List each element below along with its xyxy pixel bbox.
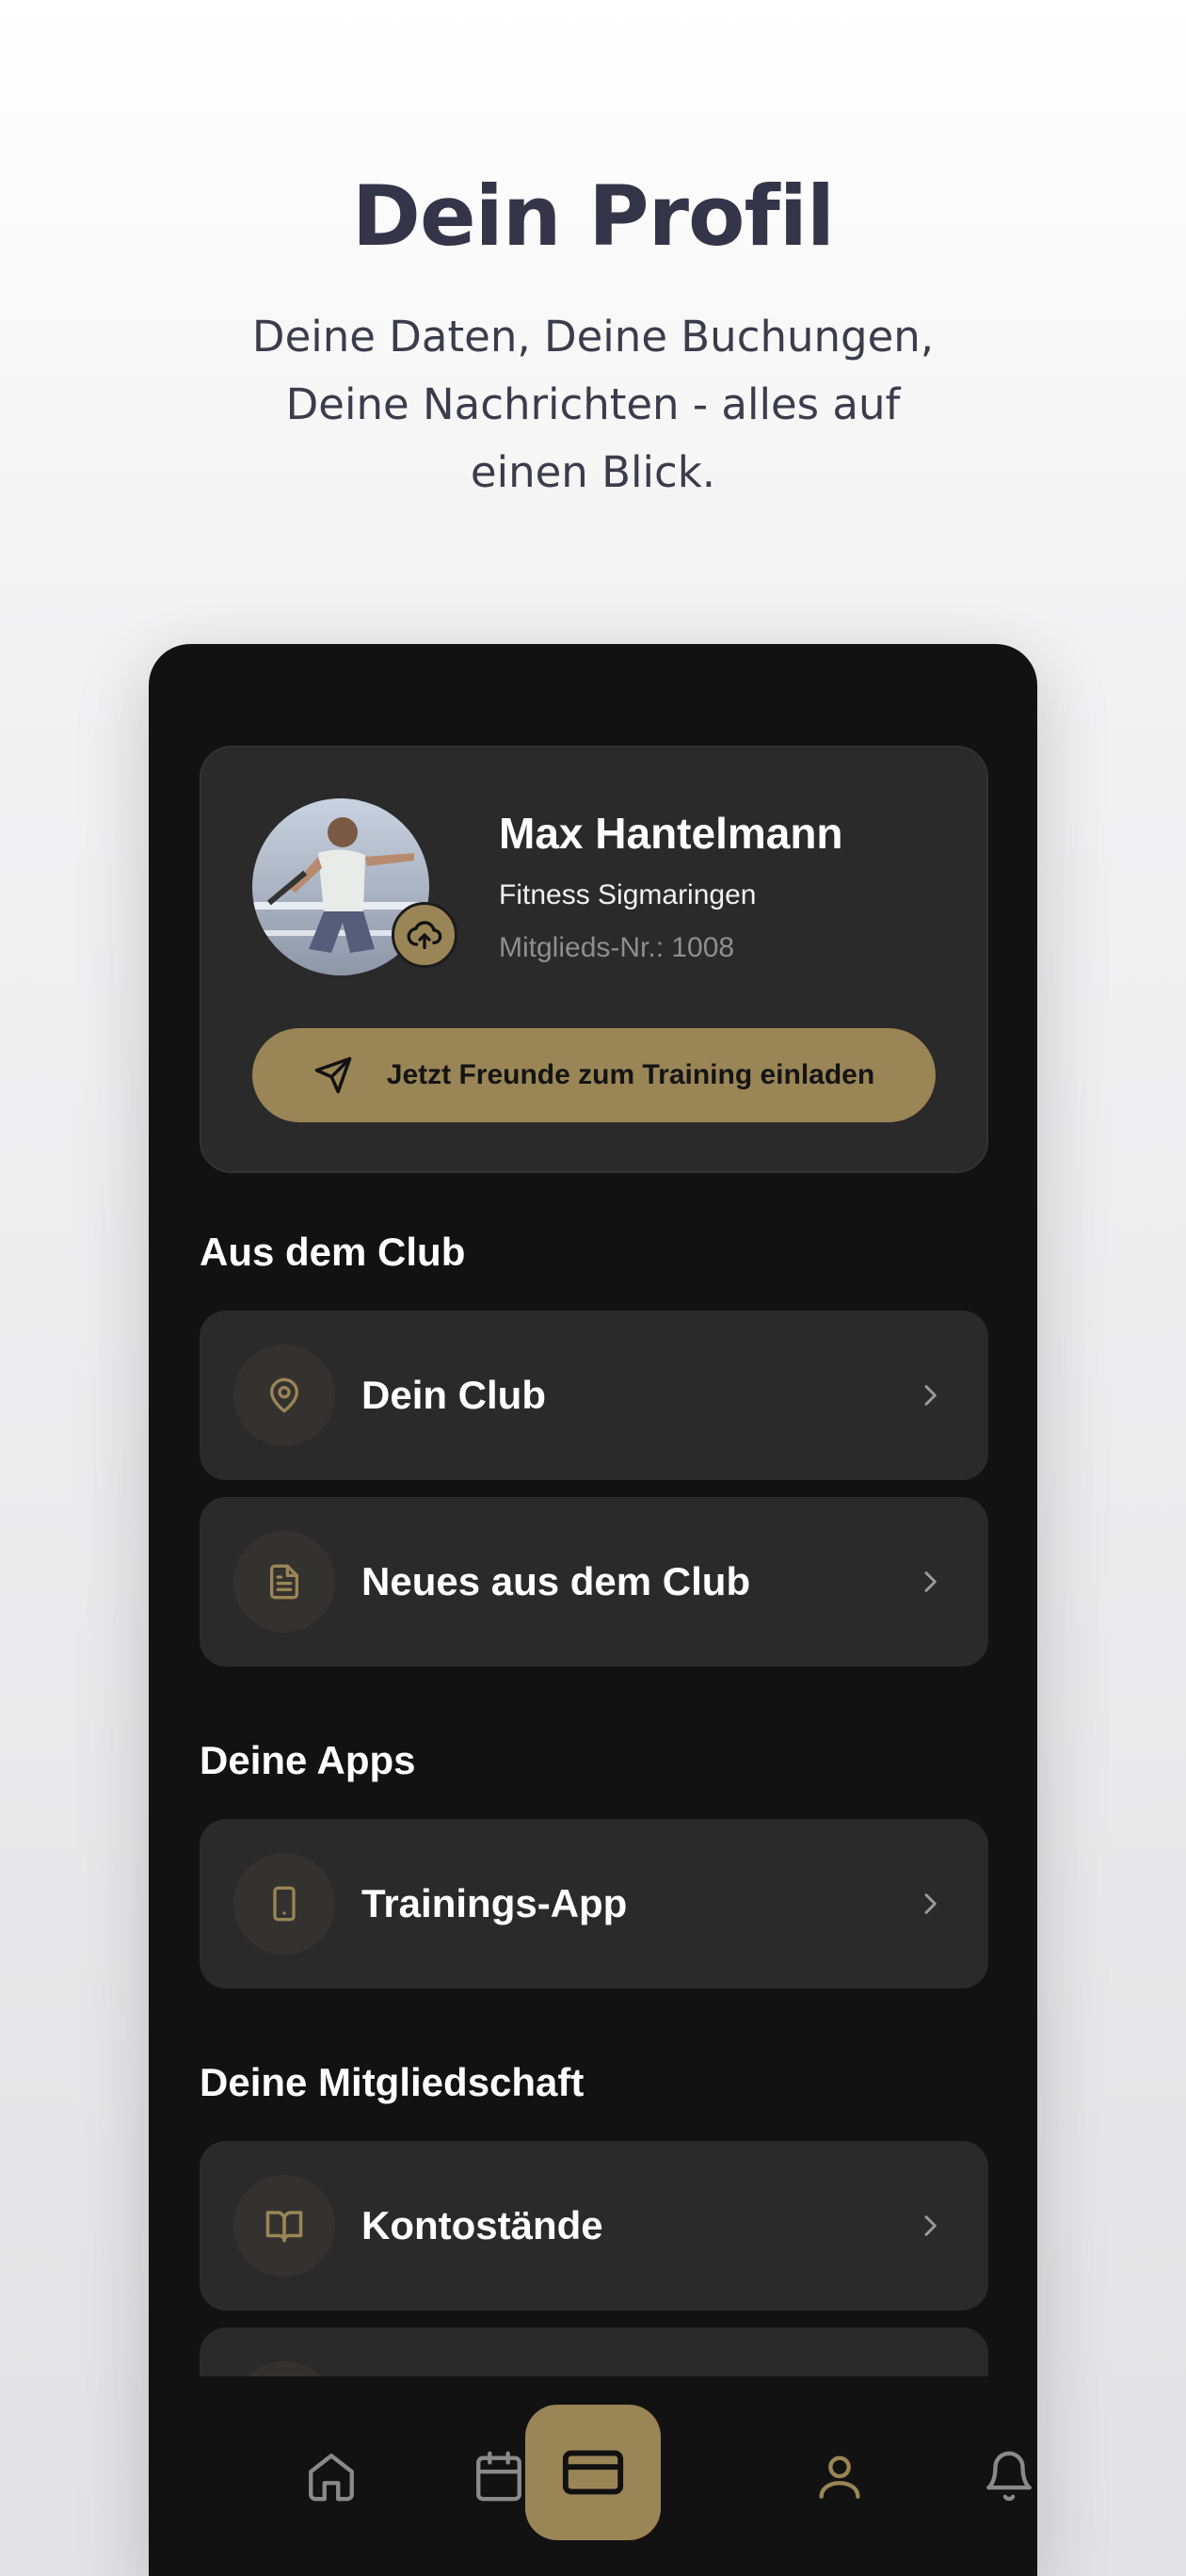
chevron-right-icon xyxy=(924,1893,937,1914)
page-subtitle-line: einen Blick. xyxy=(470,447,716,497)
upload-photo-button[interactable] xyxy=(392,902,457,968)
chevron-right-icon xyxy=(924,2215,937,2236)
bottom-nav xyxy=(149,2376,1037,2576)
profile-card: Max Hantelmann Fitness Sigmaringen Mitgl… xyxy=(200,746,988,1173)
nav-home[interactable] xyxy=(264,2376,399,2576)
section-title-apps: Deine Apps xyxy=(200,1738,416,1782)
menu-item-kontostaende[interactable]: Kontostände xyxy=(200,2141,988,2310)
bell-icon xyxy=(986,2451,1032,2502)
nav-profile[interactable] xyxy=(772,2376,907,2576)
page-subtitle-line: Deine Nachrichten - alles auf xyxy=(285,379,901,429)
profile-club: Fitness Sigmaringen xyxy=(499,879,757,910)
profile-name: Max Hantelmann xyxy=(499,809,843,858)
menu-item-label: Neues aus dem Club xyxy=(361,1559,751,1603)
chevron-right-icon xyxy=(924,1571,937,1592)
cloud-upload-icon xyxy=(407,921,442,949)
menu-item-label: Kontostände xyxy=(361,2203,603,2247)
book-open-icon xyxy=(265,2211,303,2243)
page-subtitle: Deine Daten, Deine Buchungen, Deine Nach… xyxy=(216,303,970,507)
smartphone-icon xyxy=(273,1886,296,1922)
invite-friends-button[interactable]: Jetzt Freunde zum Training einladen xyxy=(252,1028,936,1122)
send-icon xyxy=(314,1056,352,1094)
menu-item-label: Dein Club xyxy=(361,1373,546,1417)
document-icon xyxy=(270,1564,298,1600)
home-icon xyxy=(309,2454,354,2502)
calendar-icon xyxy=(476,2451,521,2502)
user-icon xyxy=(819,2455,860,2499)
map-pin-icon xyxy=(270,1377,298,1413)
nav-card[interactable] xyxy=(525,2405,661,2540)
menu-item-dein-club[interactable]: Dein Club xyxy=(200,1311,988,1480)
page-subtitle-line: Deine Daten, Deine Buchungen, xyxy=(251,312,935,362)
member-number: Mitglieds-Nr.: 1008 xyxy=(499,932,735,963)
phone-screen: Max Hantelmann Fitness Sigmaringen Mitgl… xyxy=(149,644,1037,2576)
section-title-club: Aus dem Club xyxy=(200,1230,466,1274)
section-title-membership: Deine Mitgliedschaft xyxy=(200,2060,585,2104)
menu-item-trainings-app[interactable]: Trainings-App xyxy=(200,1819,988,1988)
invite-label: Jetzt Freunde zum Training einladen xyxy=(386,1059,875,1090)
menu-item-neues-aus-dem-club[interactable]: Neues aus dem Club xyxy=(200,1497,988,1666)
nav-notifications[interactable] xyxy=(941,2376,1037,2576)
menu-item-label: Trainings-App xyxy=(361,1881,628,1925)
card-icon xyxy=(562,2450,624,2495)
chevron-right-icon xyxy=(924,1385,937,1406)
page-title: Dein Profil xyxy=(351,168,835,265)
